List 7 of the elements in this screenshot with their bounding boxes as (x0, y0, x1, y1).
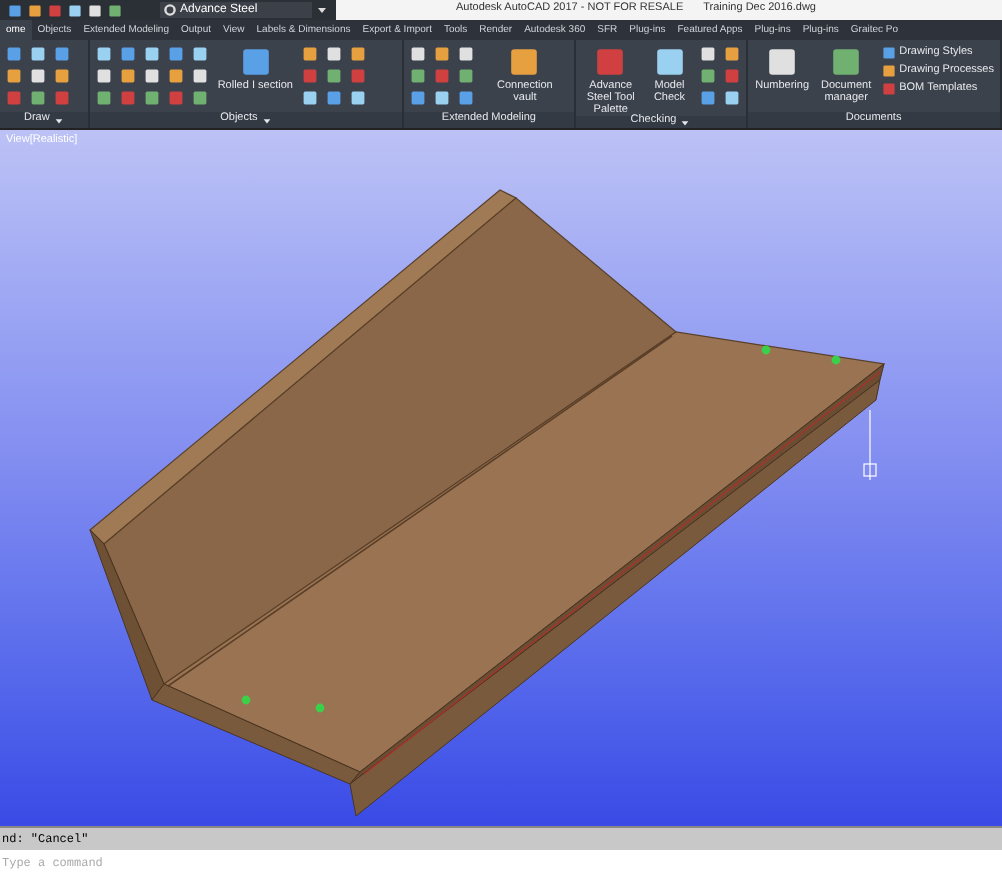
caret-icon[interactable] (53, 115, 64, 125)
caret-icon[interactable] (316, 4, 328, 16)
crosshair-cursor-icon (863, 409, 877, 481)
caret-icon[interactable] (261, 115, 272, 125)
tool-icon[interactable] (653, 46, 686, 78)
tool-icon[interactable] (766, 46, 799, 78)
tool-icon[interactable] (508, 46, 541, 78)
